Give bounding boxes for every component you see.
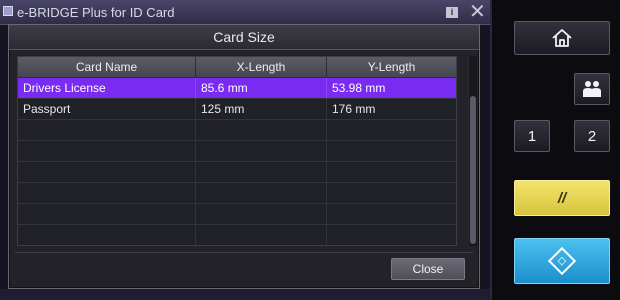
close-window-icon[interactable]: ✕	[469, 2, 486, 22]
cell-x-length	[196, 183, 327, 203]
table-row[interactable]	[18, 183, 456, 204]
card-size-table: Card Name X-Length Y-Length Drivers Lice…	[17, 56, 457, 246]
cell-card-name	[18, 141, 196, 161]
table-row[interactable]	[18, 225, 456, 245]
home-button[interactable]	[514, 21, 610, 55]
column-header-x-length[interactable]: X-Length	[196, 57, 327, 77]
user-group-icon	[583, 81, 601, 97]
user-button[interactable]	[574, 73, 610, 105]
table-body: Drivers License 85.6 mm 53.98 mm Passport 12…	[18, 78, 456, 245]
cell-y-length: 176 mm	[332, 102, 376, 116]
cell-y-length	[327, 141, 456, 161]
app-icon	[3, 6, 13, 16]
memory-1-button[interactable]: 1	[514, 120, 550, 152]
home-icon	[552, 29, 572, 47]
dialog-title: Card Size	[9, 25, 479, 50]
cell-card-name: Passport	[18, 99, 196, 119]
cell-y-length	[327, 225, 456, 245]
cell-x-length	[196, 120, 327, 140]
cell-card-name	[18, 162, 196, 182]
scrollbar-thumb[interactable]	[470, 96, 476, 244]
cell-x-length	[196, 225, 327, 245]
column-header-card-name[interactable]: Card Name	[18, 57, 196, 77]
start-diamond-icon: ◇	[547, 246, 577, 276]
dialog-divider	[15, 252, 473, 253]
card-size-dialog: Card Size Card Name X-Length Y-Length Dr…	[8, 24, 480, 289]
cell-y-length	[327, 120, 456, 140]
table-row[interactable]	[18, 141, 456, 162]
info-icon[interactable]: i	[446, 7, 458, 18]
close-button[interactable]: Close	[391, 258, 465, 280]
table-header: Card Name X-Length Y-Length	[18, 57, 456, 78]
cell-card-name	[18, 183, 196, 203]
cell-y-length	[327, 204, 456, 224]
cell-y-length	[327, 162, 456, 182]
cell-x-length: 85.6 mm	[196, 78, 327, 98]
memory-2-button[interactable]: 2	[574, 120, 610, 152]
app-bottom-bar	[0, 289, 490, 300]
table-row[interactable]	[18, 162, 456, 183]
app-titlebar: e-BRIDGE Plus for ID Card i ✕	[0, 0, 490, 25]
cell-y-length: 53.98 mm	[332, 81, 386, 95]
cell-y-length	[327, 183, 456, 203]
cell-x-length	[196, 204, 327, 224]
table-row[interactable]	[18, 120, 456, 141]
table-row[interactable]: Drivers License 85.6 mm 53.98 mm	[18, 78, 456, 99]
start-button[interactable]: ◇	[514, 238, 610, 284]
table-row[interactable]: Passport 125 mm 176 mm	[18, 99, 456, 120]
cell-card-name	[18, 225, 196, 245]
cell-card-name: Drivers License	[18, 78, 196, 98]
cell-card-name	[18, 120, 196, 140]
table-row[interactable]	[18, 204, 456, 225]
app-title: e-BRIDGE Plus for ID Card	[17, 5, 175, 20]
clear-button[interactable]: //	[514, 180, 610, 216]
side-control-panel: 1 2 // ◇	[490, 0, 620, 300]
cell-x-length: 125 mm	[196, 99, 327, 119]
table-scrollbar[interactable]	[468, 56, 477, 246]
cell-card-name	[18, 204, 196, 224]
cell-x-length	[196, 162, 327, 182]
cell-x-length	[196, 141, 327, 161]
column-header-y-length[interactable]: Y-Length	[327, 57, 456, 77]
